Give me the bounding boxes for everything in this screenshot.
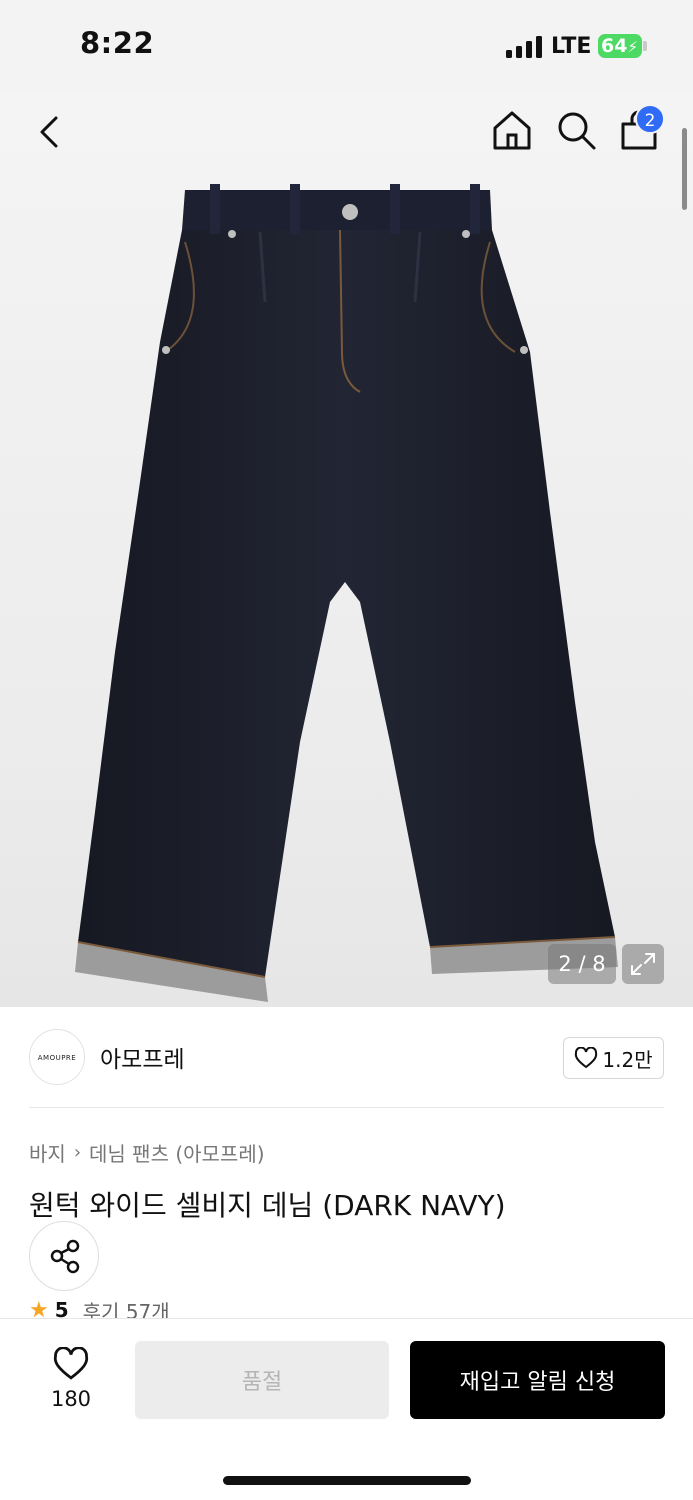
signal-icon — [506, 36, 542, 58]
expand-icon[interactable] — [622, 944, 664, 984]
share-button[interactable] — [29, 1221, 99, 1291]
heart-icon — [575, 1047, 598, 1069]
network-label: LTE — [551, 34, 592, 59]
breadcrumb-category[interactable]: 바지 — [29, 1138, 66, 1167]
cart-count-badge: 2 — [635, 104, 665, 134]
home-indicator[interactable] — [223, 1476, 471, 1485]
battery-icon: 64⚡ — [598, 34, 642, 58]
product-gallery[interactable]: 2 2 / 8 — [0, 90, 693, 1007]
heart-icon — [53, 1346, 89, 1380]
bottom-action-bar: 180 품절 재입고 알림 신청 — [0, 1318, 693, 1500]
status-bar: 8:22 LTE 64⚡ — [0, 0, 693, 90]
product-title: 원턱 와이드 셀비지 데님 (DARK NAVY) — [29, 1189, 506, 1222]
scroll-indicator — [682, 128, 687, 210]
status-time: 8:22 — [80, 26, 155, 60]
restock-alert-button[interactable]: 재입고 알림 신청 — [410, 1341, 665, 1419]
divider — [29, 1107, 664, 1108]
battery-level: 64 — [601, 35, 628, 57]
chevron-right-icon: › — [73, 1142, 82, 1163]
breadcrumb-subcategory[interactable]: 데님 팬츠 (아모프레) — [89, 1138, 265, 1167]
image-counter: 2 / 8 — [548, 944, 616, 984]
brand-row[interactable]: AMOUPRE 아모프레 1.2만 — [0, 1007, 693, 1107]
wishlist-count: 180 — [50, 1387, 92, 1411]
search-icon[interactable] — [554, 108, 598, 152]
home-icon[interactable] — [490, 108, 534, 152]
brand-name[interactable]: 아모프레 — [100, 1040, 185, 1074]
back-icon[interactable] — [32, 112, 72, 152]
soldout-button: 품절 — [135, 1341, 389, 1419]
share-icon — [50, 1239, 80, 1274]
battery-tip — [643, 41, 647, 51]
brand-logo[interactable]: AMOUPRE — [29, 1029, 85, 1085]
brand-like-button[interactable]: 1.2만 — [563, 1037, 664, 1079]
breadcrumb: 바지 › 데님 팬츠 (아모프레) — [29, 1138, 265, 1167]
product-image — [75, 184, 618, 1002]
wishlist-button[interactable]: 180 — [40, 1346, 102, 1411]
brand-like-count: 1.2만 — [602, 1047, 653, 1072]
